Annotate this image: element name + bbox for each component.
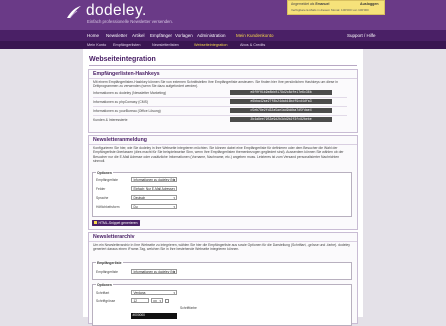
archiv-list-fieldset: Empfängerliste Empfängerliste Informatio… bbox=[92, 262, 352, 280]
subnav-item-newsletterlisten[interactable]: Newsletterlisten bbox=[152, 43, 179, 47]
field-label: Höflichkeitsform bbox=[96, 205, 119, 209]
generate-html-snippet-button[interactable]: HTML-Snippet generieren bbox=[92, 220, 140, 226]
select-value: Einfach: Nur E-Mail Adresse bbox=[134, 187, 174, 191]
chevron-down-icon: ▾ bbox=[173, 196, 175, 200]
field-label: Felder bbox=[96, 187, 105, 191]
app-header: dodeley. Einfach professionelle Newslett… bbox=[0, 0, 446, 30]
select-value: Verdana bbox=[134, 291, 146, 295]
nav-item-kundenkonto[interactable]: Mein Kundenkonto bbox=[236, 33, 274, 38]
field-label: Empfängerliste bbox=[96, 178, 118, 182]
recipient-list-select[interactable]: Informationen zu dodeley (Ne▾ bbox=[131, 177, 177, 182]
section-divider bbox=[89, 241, 357, 242]
font-size-input[interactable]: 12 bbox=[131, 298, 149, 303]
font-family-select[interactable]: Verdana ▾ bbox=[131, 290, 177, 295]
anmeldung-options-fieldset: Optionen Empfängerliste Informationen zu… bbox=[92, 172, 352, 217]
logged-in-user: Emanuel bbox=[315, 2, 329, 6]
content-area: Webseiteintegration Empfängerlisten-Hash… bbox=[83, 49, 363, 317]
nav-item-empfaenger[interactable]: Empfänger bbox=[150, 33, 172, 38]
select-value: px bbox=[154, 299, 157, 303]
main-nav: Home Newsletter Artikel Empfänger Vorlag… bbox=[0, 30, 446, 41]
logged-in-info: Angemeldet als Emanuel bbox=[291, 2, 329, 6]
code-icon bbox=[94, 221, 97, 224]
options-legend: Optionen bbox=[96, 283, 113, 287]
chevron-down-icon: ▾ bbox=[173, 270, 175, 274]
field-label: Schriftfarbe bbox=[180, 306, 197, 310]
section-divider bbox=[89, 78, 357, 79]
politeness-select[interactable]: Du ▾ bbox=[131, 204, 177, 209]
archiv-title: Newsletterarchiv bbox=[93, 234, 135, 240]
fields-select[interactable]: Einfach: Nur E-Mail Adresse▾ bbox=[131, 186, 177, 191]
field-label: Schriftgrösse bbox=[96, 299, 115, 303]
archive-list-select[interactable]: Informationen zu dodeley (Ne▾ bbox=[131, 269, 177, 274]
options-legend: Optionen bbox=[96, 171, 113, 175]
nav-item-vorlagen[interactable]: Vorlagen bbox=[175, 33, 193, 38]
font-color-input[interactable]: #000000 bbox=[131, 313, 177, 319]
hash-label: Informationen zu yourBureau (Office Lösu… bbox=[93, 109, 161, 113]
archiv-section: Newsletterarchiv Um ein Newsletterarchiv… bbox=[88, 232, 358, 324]
hashkeys-description: Mit einem Empfängerlisten-Hashkey können… bbox=[93, 80, 351, 89]
subnav-item-webseiteintegration[interactable]: Webseiteintegration bbox=[194, 43, 228, 47]
list-legend: Empfängerliste bbox=[96, 261, 123, 265]
select-value: Informationen zu dodeley (Ne bbox=[134, 270, 176, 274]
hash-value[interactable]: e6bba42ae27f8b24dab16bdf9cd4dfa3 bbox=[230, 99, 332, 104]
hashkeys-section: Empfängerlisten-Hashkeys Mit einem Empfä… bbox=[88, 69, 358, 133]
hash-label: Informationen zu phpComasy (CMS) bbox=[93, 100, 148, 104]
chevron-down-icon: ▾ bbox=[173, 178, 175, 182]
tagline: Einfach professionelle Newsletter versen… bbox=[87, 19, 173, 24]
support-link[interactable]: Support / Hilfe bbox=[347, 33, 376, 38]
hash-label: Kunden & Interessierte bbox=[93, 118, 128, 122]
anmeldung-section: Newsletteranmeldung Konfigurieren Sie hi… bbox=[88, 135, 358, 230]
hash-value[interactable]: c5eb78e2fd32a5ae1ad9ddba7d5fdae4 bbox=[230, 108, 332, 113]
nav-item-administration[interactable]: Administration bbox=[197, 33, 226, 38]
account-box: Angemeldet als Emanuel Ausloggen Verfügb… bbox=[287, 0, 385, 15]
logout-link[interactable]: Ausloggen bbox=[360, 2, 379, 6]
select-value: Deutsch bbox=[134, 196, 146, 200]
archiv-options-fieldset: Optionen Schriftart Verdana ▾ Schriftgrös… bbox=[92, 284, 352, 326]
logo-text[interactable]: dodeley. bbox=[86, 2, 147, 20]
subnav-item-empfaengerlisten[interactable]: Empfängerlisten bbox=[113, 43, 140, 47]
hash-value[interactable]: e8f0f01b9e8bb0179d2c8dfe17e6c36b bbox=[230, 90, 332, 95]
chevron-down-icon: ▾ bbox=[173, 205, 175, 209]
title-divider bbox=[89, 65, 357, 66]
language-select[interactable]: Deutsch ▾ bbox=[131, 195, 177, 200]
anmeldung-description: Konfigurieren Sie hier, wie Sie dodeley … bbox=[93, 146, 351, 163]
archiv-description: Um ein Newsletterarchiv in Ihre Webseite… bbox=[93, 243, 351, 252]
chevron-down-icon: ▾ bbox=[173, 291, 175, 295]
hash-label: Informationen zu dodeley (Newsletter Mar… bbox=[93, 91, 166, 95]
bold-checkbox[interactable] bbox=[165, 299, 169, 303]
email-quota: Verfügbare E-Mails in diesem Monat: 100'… bbox=[291, 8, 369, 12]
logo-swoosh-icon bbox=[66, 5, 82, 19]
select-value: Du bbox=[134, 205, 138, 209]
button-label: HTML-Snippet generieren bbox=[99, 221, 138, 225]
page-title: Webseiteintegration bbox=[89, 56, 156, 63]
font-size-unit-select[interactable]: px▾ bbox=[151, 298, 163, 303]
field-label: Sprache bbox=[96, 196, 108, 200]
field-label: Schriftart bbox=[96, 291, 109, 295]
hash-value[interactable]: 2b4a8ee7953e9d2b3dd2b2f3fc82bebe bbox=[230, 117, 332, 122]
logged-in-prefix: Angemeldet als bbox=[291, 2, 314, 6]
anmeldung-title: Newsletteranmeldung bbox=[93, 137, 147, 143]
subnav-item-abos[interactable]: Abos & Credits bbox=[240, 43, 265, 47]
hashkeys-title: Empfängerlisten-Hashkeys bbox=[93, 71, 160, 77]
sub-nav: Mein Konto Empfängerlisten Newsletterlis… bbox=[0, 41, 446, 49]
nav-item-newsletter[interactable]: Newsletter bbox=[106, 33, 127, 38]
nav-item-artikel[interactable]: Artikel bbox=[132, 33, 145, 38]
chevron-down-icon: ▾ bbox=[159, 299, 161, 303]
chevron-down-icon: ▾ bbox=[173, 187, 175, 191]
section-divider bbox=[89, 144, 357, 145]
field-label: Empfängerliste bbox=[96, 270, 118, 274]
nav-item-home[interactable]: Home bbox=[87, 33, 99, 38]
subnav-item-konto[interactable]: Mein Konto bbox=[87, 43, 106, 47]
select-value: Informationen zu dodeley (Ne bbox=[134, 178, 176, 182]
